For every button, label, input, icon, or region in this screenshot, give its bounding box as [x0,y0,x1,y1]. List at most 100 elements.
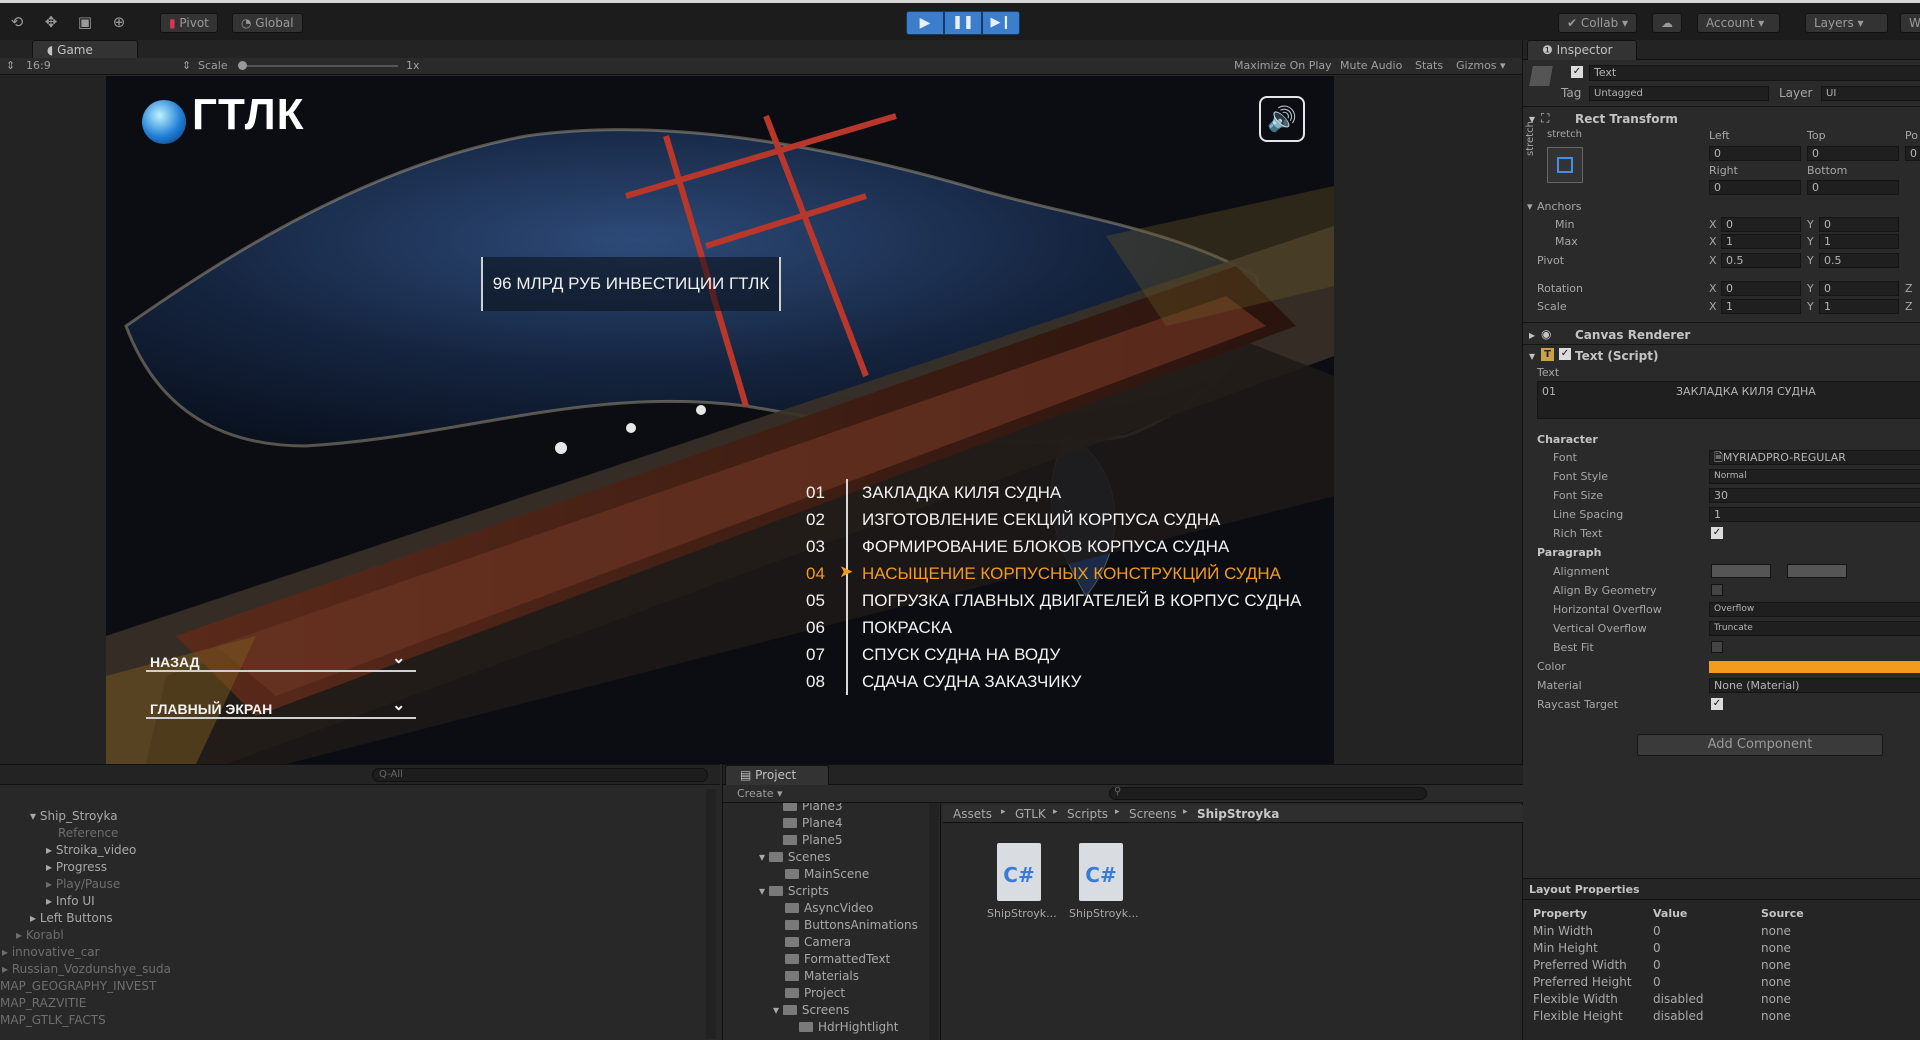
hierarchy-item-korabl[interactable]: ▸ Korabl [16,928,64,942]
rich-text-checkbox[interactable]: ✓ [1711,527,1723,539]
canvas-renderer-header[interactable]: Canvas Renderer [1575,328,1690,342]
stage-item-02[interactable]: 02 ИЗГОТОВЛЕНИЕ СЕКЦИЙ КОРПУСА СУДНА [806,506,1334,533]
scale-y-field[interactable]: 1 [1819,299,1899,314]
script-file-2[interactable]: C# ShipStroyk... [1069,843,1139,931]
tree-item-asyncvideo[interactable]: AsyncVideo [785,901,873,915]
mute-audio-toggle[interactable]: Mute Audio [1340,59,1402,72]
tree-item-camera[interactable]: Camera [785,935,851,949]
hierarchy-item-map-razvitie[interactable]: MAP_RAZVITIE [0,996,86,1010]
cloud-button[interactable]: ☁ [1652,13,1682,33]
tree-item-hdrhightlight[interactable]: HdrHightlight [799,1020,898,1034]
anchor-min-x-field[interactable]: 0 [1721,217,1801,232]
tree-item-plane5[interactable]: Plane5 [783,833,843,847]
stage-item-08[interactable]: 08 СДАЧА СУДНА ЗАКАЗЧИКУ [806,668,1334,695]
rotation-y-field[interactable]: 0 [1819,281,1899,296]
breadcrumb-screens[interactable]: Screens [1129,807,1177,821]
add-component-button[interactable]: Add Component [1637,734,1883,756]
main-screen-button[interactable]: ГЛАВНЫЙ ЭКРАН ⌄ [146,691,416,719]
stage-item-05[interactable]: 05 ПОГРУЗКА ГЛАВНЫХ ДВИГАТЕЛЕЙ В КОРПУС С… [806,587,1334,614]
color-swatch[interactable] [1709,661,1920,673]
tree-item-screens[interactable]: ▾ Screens [773,1003,849,1017]
pivot-y-field[interactable]: 0.5 [1819,253,1899,268]
hierarchy-item-stroika-video[interactable]: ▸ Stroika_video [46,843,136,857]
hierarchy-search-input[interactable]: Q-All [372,768,708,782]
align-by-geometry-checkbox[interactable] [1711,584,1723,596]
pivot-x-field[interactable]: 0.5 [1721,253,1801,268]
stage-item-04-active[interactable]: 04 ➤ НАСЫЩЕНИЕ КОРПУСНЫХ КОНСТРУКЦИЙ СУДНА [806,560,1334,587]
tree-item-project[interactable]: Project [785,986,845,1000]
horizontal-overflow-dropdown[interactable]: Overflow [1709,602,1920,617]
hierarchy-item-progress[interactable]: ▸ Progress [46,860,107,874]
left-field[interactable]: 0 [1709,146,1801,161]
font-size-field[interactable]: 30 [1709,488,1920,503]
tree-item-scenes[interactable]: ▾ Scenes [759,850,831,864]
hierarchy-item-reference[interactable]: Reference [58,826,118,840]
tab-game[interactable]: ◖ Game [32,40,138,60]
text-content-area[interactable]: 01 ЗАКЛАДКА КИЛЯ СУДНА [1537,381,1920,419]
rect-transform-header[interactable]: Rect Transform [1575,112,1678,126]
font-style-dropdown[interactable]: Normal [1709,469,1920,484]
layers-dropdown[interactable]: Layers ▾ [1805,13,1888,33]
line-spacing-field[interactable]: 1 [1709,507,1920,522]
maximize-on-play-toggle[interactable]: Maximize On Play [1234,59,1332,72]
hierarchy-item-russian-vozdushnye-suda[interactable]: ▸ Russian_Vozdunshye_suda [2,962,171,976]
collab-dropdown[interactable]: ✔ Collab ▾ [1558,13,1638,33]
step-button[interactable]: ▶❙ [982,11,1020,35]
tree-item-formattedtext[interactable]: FormattedText [785,952,890,966]
best-fit-checkbox[interactable] [1711,641,1723,653]
tree-scrollbar[interactable] [929,803,939,1040]
scale-slider[interactable] [238,61,398,70]
anchors-foldout-icon[interactable]: ▾ [1527,200,1533,213]
anchor-min-y-field[interactable]: 0 [1819,217,1899,232]
tree-item-buttonsanimations[interactable]: ButtonsAnimations [785,918,918,932]
breadcrumb-scripts[interactable]: Scripts [1067,807,1108,821]
text-script-header[interactable]: Text (Script) [1575,349,1658,363]
anchor-max-y-field[interactable]: 1 [1819,234,1899,249]
object-name-field[interactable]: Text [1589,65,1920,81]
layer-dropdown[interactable]: UI [1821,86,1920,101]
create-dropdown[interactable]: Create ▾ [737,787,783,800]
material-field[interactable]: None (Material) [1709,678,1920,693]
scale-slider-handle[interactable] [238,61,247,70]
pos-z-field[interactable]: 0 [1905,146,1920,161]
hierarchy-item-ship-stroyka[interactable]: ▾ Ship_Stroyka [30,809,118,823]
stage-item-01[interactable]: 01 ЗАКЛАДКА КИЛЯ СУДНА [806,479,1334,506]
stage-item-06[interactable]: 06 ПОКРАСКА [806,614,1334,641]
stage-item-03[interactable]: 03 ФОРМИРОВАНИЕ БЛОКОВ КОРПУСА СУДНА [806,533,1334,560]
right-field[interactable]: 0 [1709,180,1801,195]
tag-dropdown[interactable]: Untagged [1589,86,1769,101]
bottom-field[interactable]: 0 [1807,180,1899,195]
hierarchy-scrollbar[interactable] [706,789,716,1039]
tab-inspector[interactable]: ❶ Inspector [1527,40,1637,60]
tree-item-mainscene[interactable]: MainScene [785,867,869,881]
back-button[interactable]: НАЗАД ⌄ [146,644,416,672]
scale-x-field[interactable]: 1 [1721,299,1801,314]
rect-tool-icon[interactable]: ▣ [74,11,96,33]
breadcrumb-gtlk[interactable]: GTLK [1015,807,1046,821]
hand-tool-icon[interactable]: ⟲ [6,11,28,33]
project-search-input[interactable]: ⚲ [1109,786,1427,800]
sound-toggle-button[interactable]: 🔊 [1259,96,1305,142]
text-enabled-checkbox[interactable]: ✓ [1559,348,1571,360]
gizmos-dropdown[interactable]: Gizmos ▾ [1456,59,1506,72]
aspect-dropdown[interactable]: 16:9 [26,59,51,72]
play-button[interactable]: ▶ [906,11,944,35]
vertical-alignment-buttons[interactable] [1787,564,1847,578]
hierarchy-item-left-buttons[interactable]: ▸ Left Buttons [30,911,113,925]
rotation-x-field[interactable]: 0 [1721,281,1801,296]
tree-item-plane3[interactable]: Plane3 [783,803,843,813]
tree-item-materials[interactable]: Materials [785,969,859,983]
account-dropdown[interactable]: Account ▾ [1697,13,1780,33]
hierarchy-item-innovative-car[interactable]: ▸ innovative_car [2,945,100,959]
tab-project[interactable]: ▤ Project [725,765,829,785]
foldout-arrow-icon[interactable]: ▾ [1529,349,1535,363]
font-field[interactable]: 🗎MYRIADPRO-REGULAR [1709,450,1920,465]
script-file-1[interactable]: C# ShipStroyk... [987,843,1057,931]
stats-toggle[interactable]: Stats [1415,59,1443,72]
hierarchy-item-map-geography-invest[interactable]: MAP_GEOGRAPHY_INVEST [0,979,156,993]
vertical-overflow-dropdown[interactable]: Truncate [1709,621,1920,636]
move-tool-icon[interactable]: ✥ [40,11,62,33]
stage-item-07[interactable]: 07 СПУСК СУДНА НА ВОДУ [806,641,1334,668]
transform-tool-icon[interactable]: ⊕ [108,11,130,33]
foldout-arrow-icon[interactable]: ▸ [1529,328,1535,342]
